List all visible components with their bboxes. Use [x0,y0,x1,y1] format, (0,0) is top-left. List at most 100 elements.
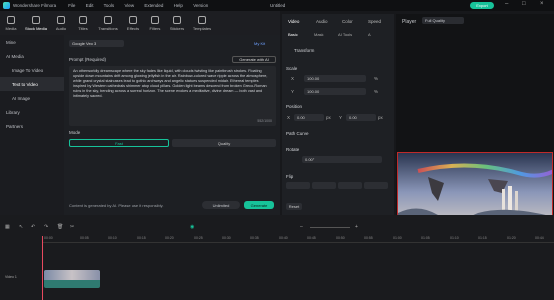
sidebar-item-mine[interactable]: Mine [0,35,64,49]
stock-media-icon [32,15,40,24]
scale-x-unit: % [374,76,379,81]
layout-icon[interactable]: ▦ [5,224,10,230]
ai-tools-icon[interactable]: ◉ [190,224,194,230]
media-icon [7,15,15,24]
sidebar-item-ai-image[interactable]: AI Image [0,91,64,105]
timeline-ruler[interactable]: 00:00 00:05 00:10 00:15 00:20 00:25 00:3… [42,236,554,243]
pos-y-label: Y [339,115,343,120]
scale-y-label: Y [291,89,295,94]
tab-media[interactable]: Media [0,11,22,35]
tab-audio-props[interactable]: Audio [316,19,328,24]
tab-color[interactable]: Color [342,19,353,24]
sidebar-item-image-to-video[interactable]: Image To Video [0,63,64,77]
sidebar-item-partners[interactable]: Partners [0,119,64,133]
pos-x-unit: px [326,115,331,120]
transitions-icon [104,15,112,24]
tab-filters[interactable]: Filters [144,11,166,35]
generate-with-ai-button[interactable]: Generate with AI [232,56,276,63]
position-label: Position [286,104,303,109]
scale-x-input[interactable]: 100.00 [304,75,366,82]
select-tool-icon[interactable]: ↖ [19,224,23,230]
menu-view[interactable]: View [124,3,134,8]
scale-y-input[interactable]: 100.00 [304,88,366,95]
tab-titles[interactable]: Titles [72,11,94,35]
sidebar-item-library[interactable]: Library [0,105,64,119]
prompt-label: Prompt (Required) [69,57,107,62]
video-clip[interactable] [44,270,100,288]
pos-y-input[interactable]: 0.00 [346,114,376,121]
my-kit-link[interactable]: My Kit [254,41,265,46]
maximize-icon[interactable]: □ [522,1,526,7]
minimize-icon[interactable]: – [505,1,508,7]
tab-speed[interactable]: Speed [368,19,381,24]
effects-icon [129,15,137,24]
playhead[interactable] [42,236,43,300]
menu-extended[interactable]: Extended [144,3,163,8]
subtab-ai-tools[interactable]: AI Tools [338,32,352,37]
menu-file[interactable]: File [68,3,75,8]
zoom-in-icon[interactable]: + [355,224,358,230]
sidebar: Mine AI Media Image To Video Text to Vid… [0,35,64,215]
export-button[interactable]: Export [470,2,494,9]
sidebar-item-text-to-video[interactable]: Text to Video [0,77,64,91]
undo-icon[interactable]: ↶ [31,224,35,230]
flip-horizontal-button[interactable] [286,182,310,189]
tab-video[interactable]: Video [288,19,299,24]
media-toolbar: Media Stock Media Audio Titles Transitio… [0,11,280,35]
rotate-input[interactable]: 0.00° [302,156,382,163]
generate-button[interactable]: Generate [244,201,274,209]
rotate-right-button[interactable] [364,182,388,189]
text-to-video-panel: Google Veo 3 My Kit Prompt (Required) Ge… [64,35,280,215]
menu-help[interactable]: Help [174,3,183,8]
scale-label: Scale [286,66,298,71]
path-curve-label: Path Curve [286,131,309,136]
tab-transitions[interactable]: Transitions [94,11,122,35]
pos-x-label: X [287,115,291,120]
tab-effects[interactable]: Effects [122,11,144,35]
menu-edit[interactable]: Edit [86,3,94,8]
zoom-slider[interactable] [310,227,350,228]
audio-icon [57,15,65,24]
prompt-text: An otherworldly dreamscape where the sky… [73,69,268,98]
templates-icon [198,15,206,24]
filmora-logo-icon [3,2,10,9]
menu-version[interactable]: Version [193,3,208,8]
mode-quality-button[interactable]: Quality [172,139,276,147]
split-icon[interactable]: ✂ [70,224,74,230]
subtab-mask[interactable]: Mask [314,32,324,37]
tab-audio[interactable]: Audio [50,11,72,35]
prompt-textarea[interactable]: An otherworldly dreamscape where the sky… [69,66,276,126]
close-icon[interactable]: × [540,1,544,7]
pos-x-input[interactable]: 0.00 [294,114,324,121]
zoom-out-icon[interactable]: – [300,224,303,230]
rotate-left-button[interactable] [338,182,362,189]
tab-templates[interactable]: Templates [188,11,216,35]
filters-icon [151,15,159,24]
tab-stickers[interactable]: Stickers [166,11,188,35]
ai-disclaimer: Content is generated by AI. Please use i… [69,203,164,208]
model-select[interactable]: Google Veo 3 [69,40,124,47]
stickers-icon [173,15,181,24]
unlimited-badge[interactable]: Unlimited [202,201,240,209]
subtab-more[interactable]: A [368,32,371,37]
menu-bar: File Edit Tools View Extended Help Versi… [68,3,217,8]
quality-select[interactable]: Full Quality [422,17,464,24]
char-count: 552/1000 [257,119,272,123]
scale-x-label: X [291,76,295,81]
track-label: Video 1 [5,275,17,279]
subtab-basic[interactable]: Basic [288,32,298,37]
delete-icon[interactable]: 🗑 [57,224,63,230]
flip-vertical-button[interactable] [312,182,336,189]
reset-button[interactable]: Reset [286,203,302,210]
mode-fast-button[interactable]: Fast [69,139,169,147]
mode-label: Mode [69,130,81,135]
title-bar: Wondershare Filmora File Edit Tools View… [0,0,554,11]
redo-icon[interactable]: ↷ [44,224,48,230]
flip-label: Flip [286,174,294,179]
properties-panel: Video Audio Color Speed Basic Mask AI To… [282,14,394,215]
sidebar-item-ai-media[interactable]: AI Media [0,49,64,63]
project-title: Untitled [270,3,286,8]
tab-stock-media[interactable]: Stock Media [22,11,50,35]
transform-label: Transform [294,48,315,53]
menu-tools[interactable]: Tools [104,3,115,8]
